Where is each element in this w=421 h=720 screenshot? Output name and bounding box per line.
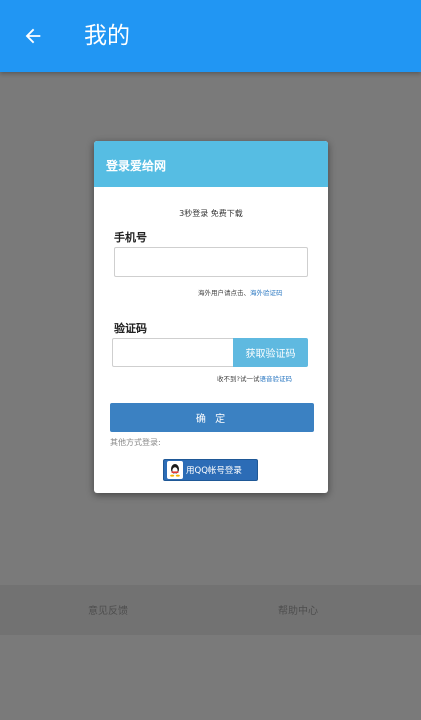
arrow-left-icon: [25, 28, 41, 44]
login-tagline: 3秒登录 免费下载: [179, 209, 243, 218]
qq-login-label: 用QQ帐号登录: [186, 466, 242, 476]
code-label: 验证码: [114, 322, 147, 335]
feedback-link[interactable]: 意见反馈: [88, 602, 128, 617]
login-dialog: 登录爱给网 3秒登录 免费下载 手机号 海外用户请点击、海外验证码 验证码 获取…: [94, 141, 328, 493]
phone-input[interactable]: [114, 247, 308, 277]
other-login-label: 其他方式登录:: [110, 438, 161, 447]
verification-code-input[interactable]: [112, 338, 234, 367]
phone-label: 手机号: [114, 231, 147, 244]
qq-penguin-icon: [167, 461, 183, 479]
qq-login-button[interactable]: 用QQ帐号登录: [163, 459, 258, 481]
back-button[interactable]: [14, 18, 52, 54]
voice-code-link[interactable]: 语音验证码: [259, 375, 292, 383]
get-code-button[interactable]: 获取验证码: [233, 338, 308, 367]
footer-bar: [0, 585, 421, 635]
overseas-hint-row: 海外用户请点击、海外验证码: [198, 287, 283, 297]
voice-hint-text: 收不到?试一试: [217, 375, 260, 383]
dialog-title: 登录爱给网: [106, 159, 167, 173]
app-bar: 我的: [0, 0, 421, 72]
overseas-hint-text: 海外用户请点击、: [198, 289, 250, 297]
confirm-button[interactable]: 确 定: [110, 403, 314, 432]
help-center-link[interactable]: 帮助中心: [278, 602, 318, 617]
voice-hint-row: 收不到?试一试语音验证码: [217, 373, 292, 383]
overseas-code-link[interactable]: 海外验证码: [250, 289, 283, 297]
page-title: 我的: [84, 23, 130, 49]
